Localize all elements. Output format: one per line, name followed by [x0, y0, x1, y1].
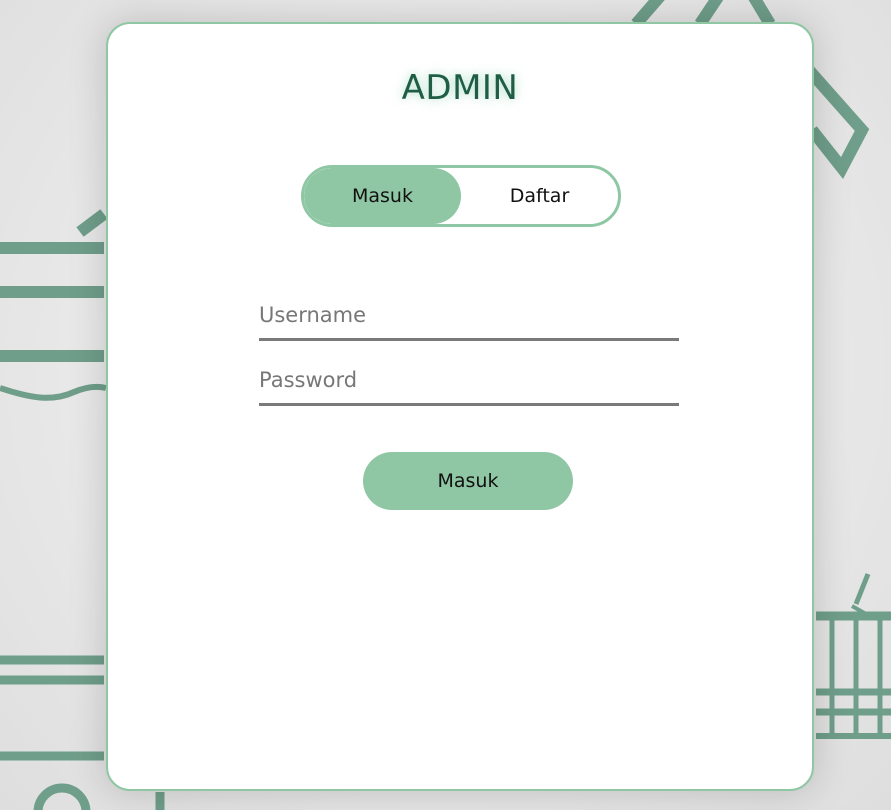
password-input[interactable]	[259, 356, 679, 403]
tab-daftar[interactable]: Daftar	[461, 168, 618, 224]
username-input[interactable]	[259, 291, 679, 338]
auth-mode-toggle: Masuk Daftar	[301, 165, 621, 227]
admin-login-card: ADMIN Masuk Daftar Masuk	[106, 22, 814, 791]
password-field-wrapper	[259, 356, 679, 406]
tab-masuk[interactable]: Masuk	[304, 168, 461, 224]
username-field-wrapper	[259, 291, 679, 341]
page-title: ADMIN	[401, 68, 519, 108]
login-submit-button[interactable]: Masuk	[363, 452, 573, 510]
